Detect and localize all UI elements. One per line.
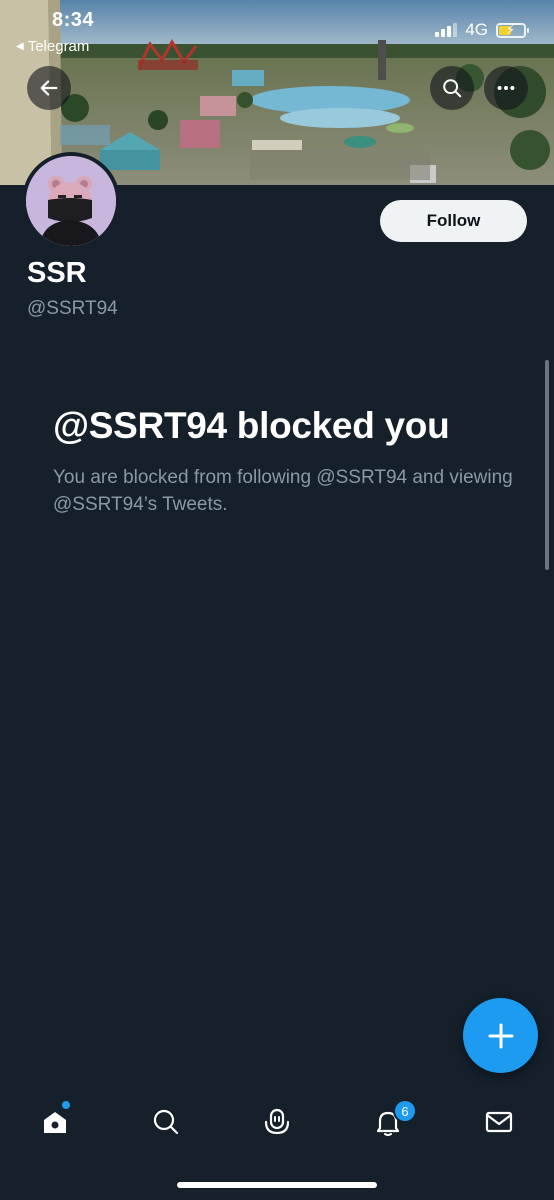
status-time: 8:34	[52, 9, 95, 31]
avatar[interactable]	[22, 152, 120, 250]
search-button[interactable]	[430, 66, 474, 110]
back-button[interactable]	[27, 66, 71, 110]
more-options-button[interactable]	[484, 66, 528, 110]
display-name: SSR	[27, 257, 87, 289]
nav-messages[interactable]	[479, 1102, 519, 1142]
cellular-signal-icon	[435, 23, 458, 37]
notification-count-badge: 6	[395, 1101, 415, 1121]
nav-home[interactable]	[35, 1102, 75, 1142]
back-to-app-label: Telegram	[27, 38, 90, 55]
nav-search[interactable]	[146, 1102, 186, 1142]
more-horizontal-icon	[497, 85, 515, 91]
user-handle: @SSRT94	[27, 298, 118, 319]
home-notification-dot	[62, 1101, 70, 1109]
spaces-icon	[264, 1108, 290, 1135]
status-indicators: 4G ⚡	[435, 20, 529, 40]
plus-icon	[488, 1023, 513, 1048]
mail-icon	[485, 1111, 513, 1133]
arrow-left-icon	[40, 80, 58, 96]
search-icon	[443, 79, 462, 98]
home-icon	[44, 1112, 66, 1133]
scrollbar[interactable]	[545, 360, 549, 570]
blocked-title: @SSRT94 blocked you	[53, 405, 450, 446]
profile-screen: 8:34 ◀ Telegram 4G ⚡ Follow SSR @SSRT94 …	[0, 0, 554, 1200]
network-type: 4G	[465, 20, 488, 39]
compose-tweet-button[interactable]	[463, 998, 538, 1073]
back-to-app-link[interactable]: ◀ Telegram	[16, 38, 89, 55]
search-icon	[153, 1109, 179, 1135]
battery-icon: ⚡	[496, 22, 529, 38]
follow-button[interactable]: Follow	[380, 200, 527, 242]
nav-spaces[interactable]	[257, 1102, 297, 1142]
bottom-nav: 6	[0, 1092, 554, 1152]
avatar-image	[26, 156, 116, 246]
home-indicator[interactable]	[177, 1182, 377, 1188]
blocked-description: You are blocked from following @SSRT94 a…	[53, 467, 513, 515]
back-triangle-icon: ◀	[16, 41, 24, 52]
